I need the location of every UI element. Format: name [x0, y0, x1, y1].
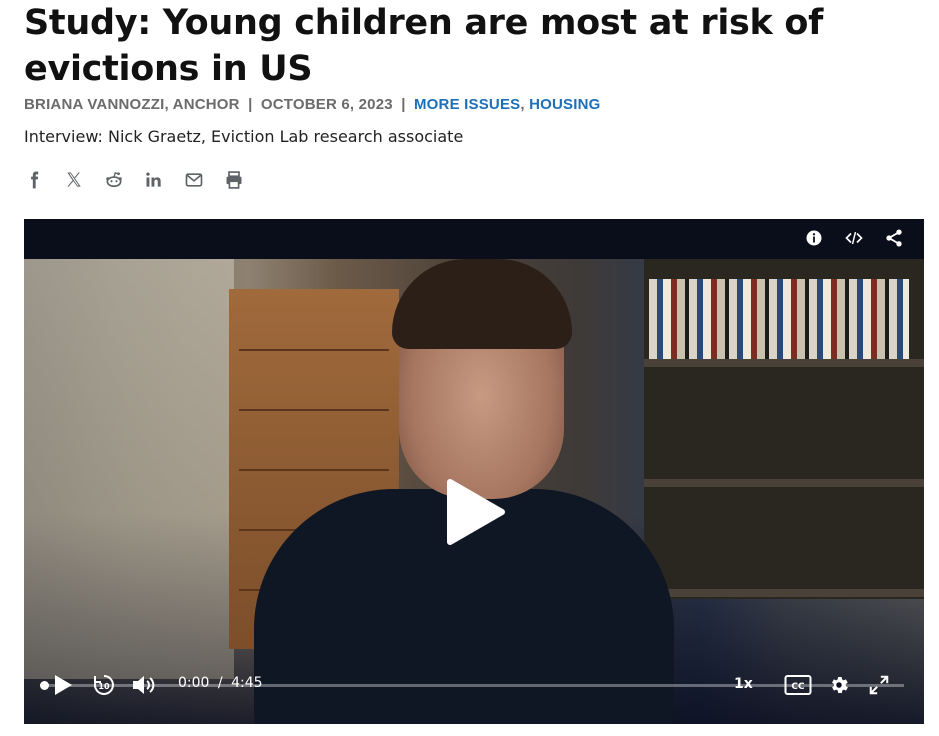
article-subtitle: Interview: Nick Graetz, Eviction Lab res…: [24, 127, 464, 146]
print-button[interactable]: [224, 168, 264, 192]
category-link-housing[interactable]: HOUSING: [529, 96, 600, 113]
share-facebook-button[interactable]: [24, 168, 64, 192]
settings-button[interactable]: [828, 673, 850, 697]
big-play-button[interactable]: [440, 477, 510, 547]
video-embed-button[interactable]: [844, 227, 864, 249]
share-icon: [886, 229, 902, 247]
share-reddit-button[interactable]: [104, 168, 144, 192]
play-icon: [447, 479, 505, 545]
info-icon: [806, 230, 822, 246]
video-share-button[interactable]: [884, 227, 904, 249]
publish-date: OCTOBER 6, 2023: [260, 96, 393, 113]
byline-separator: |: [401, 96, 406, 113]
byline: BRIANA VANNOZZI, ANCHOR | OCTOBER 6, 202…: [24, 96, 601, 113]
category-comma: ,: [520, 96, 525, 113]
volume-icon: [133, 676, 155, 694]
closed-captions-icon: CC: [784, 675, 812, 695]
linkedin-icon: [146, 172, 161, 187]
play-button[interactable]: [52, 673, 74, 697]
rewind-10-button[interactable]: 10: [92, 673, 116, 697]
time-separator: /: [217, 675, 223, 691]
video-info-button[interactable]: [804, 227, 824, 249]
print-icon: [226, 171, 242, 189]
time-current: 0:00: [178, 675, 210, 691]
rewind-seconds-label: 10: [98, 682, 110, 691]
player-top-bar: [24, 219, 924, 259]
video-frame[interactable]: [24, 259, 924, 724]
video-player[interactable]: 10 0:00 / 4:45 1x CC: [24, 219, 924, 724]
share-bar: [24, 168, 264, 192]
fullscreen-button[interactable]: [868, 673, 890, 697]
fullscreen-icon: [869, 675, 889, 695]
email-icon: [185, 173, 203, 187]
article-title: Study: Young children are most at risk o…: [24, 3, 824, 89]
cc-label: CC: [791, 682, 805, 692]
captions-button[interactable]: CC: [784, 673, 812, 697]
reddit-icon: [106, 172, 122, 188]
playback-speed-button[interactable]: 1x: [734, 676, 753, 692]
author-name: BRIANA VANNOZZI, ANCHOR: [24, 96, 240, 113]
play-icon: [55, 675, 72, 695]
share-email-button[interactable]: [184, 168, 224, 192]
embed-icon: [845, 231, 863, 245]
time-display: 0:00 / 4:45: [178, 675, 263, 691]
share-x-button[interactable]: [64, 168, 104, 192]
video-still-background: [24, 259, 234, 679]
category-link-more-issues[interactable]: MORE ISSUES: [414, 96, 520, 113]
share-linkedin-button[interactable]: [144, 168, 184, 192]
facebook-icon: [31, 171, 39, 189]
rewind-10-icon: 10: [94, 675, 114, 695]
x-icon: [67, 172, 81, 187]
time-total: 4:45: [231, 675, 263, 691]
byline-separator: |: [248, 96, 253, 113]
player-controls: 10 0:00 / 4:45 1x CC: [24, 667, 924, 703]
gear-icon: [832, 677, 848, 693]
volume-button[interactable]: [131, 673, 157, 697]
